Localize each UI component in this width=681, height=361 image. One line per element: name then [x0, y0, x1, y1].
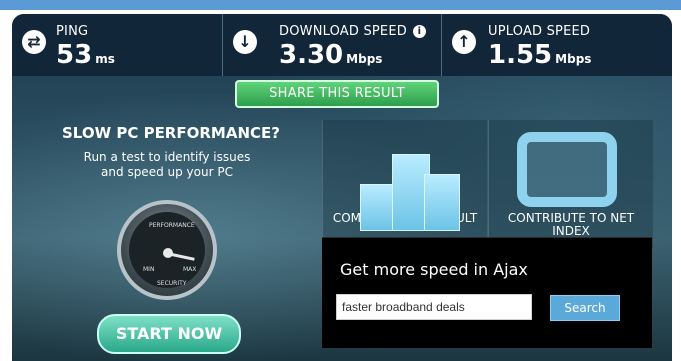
- gauge-performance-label: PERFORMANCE: [149, 222, 195, 229]
- info-icon[interactable]: i: [412, 25, 426, 38]
- ping-stat: ⇄ PING 53 ms: [12, 14, 223, 76]
- results-bar: ⇄ PING 53 ms ↓ DOWNLOAD SPEED i 3.30 Mbps ↑…: [12, 14, 672, 76]
- download-stat: ↓ DOWNLOAD SPEED i 3.30 Mbps: [223, 14, 442, 76]
- download-value: 3.30 Mbps: [279, 40, 383, 70]
- gauge-max-label: MAX: [183, 266, 197, 273]
- contribute-label: CONTRIBUTE TO NET INDEX: [507, 211, 635, 238]
- gauge-hub: [163, 248, 173, 258]
- ping-label: PING: [56, 24, 89, 39]
- upload-label: UPLOAD SPEED: [488, 24, 591, 39]
- net-index-icon: [517, 132, 617, 207]
- search-button[interactable]: Search: [550, 295, 620, 321]
- upload-arrow-icon: ↑: [452, 30, 476, 54]
- chart-icon-bar: [424, 174, 460, 231]
- promo-title: SLOW PC PERFORMANCE?: [62, 124, 280, 142]
- performance-gauge-icon: PERFORMANCE MIN MAX SECURITY: [117, 200, 217, 300]
- broadband-search-input[interactable]: [336, 294, 532, 320]
- gauge-min-label: MIN: [143, 266, 155, 273]
- start-now-button[interactable]: START NOW: [97, 314, 241, 354]
- top-stripe: [0, 0, 681, 10]
- promo-description: Run a test to identify issues and speed …: [83, 150, 251, 179]
- upload-value: 1.55 Mbps: [488, 40, 592, 70]
- ping-arrows-icon: ⇄: [22, 30, 46, 54]
- ping-value: 53 ms: [56, 40, 115, 70]
- share-result-button[interactable]: SHARE THIS RESULT: [235, 80, 439, 108]
- speedtest-panel: ⇄ PING 53 ms ↓ DOWNLOAD SPEED i 3.30 Mbps ↑…: [12, 14, 672, 361]
- ad-title: Get more speed in Ajax: [340, 260, 528, 279]
- gauge-security-label: SECURITY: [157, 280, 187, 287]
- download-label: DOWNLOAD SPEED i: [279, 24, 426, 39]
- upload-stat: ↑ UPLOAD SPEED 1.55 Mbps: [442, 14, 672, 76]
- speed-ad-box: Get more speed in Ajax Search: [322, 237, 652, 348]
- download-arrow-icon: ↓: [233, 30, 257, 54]
